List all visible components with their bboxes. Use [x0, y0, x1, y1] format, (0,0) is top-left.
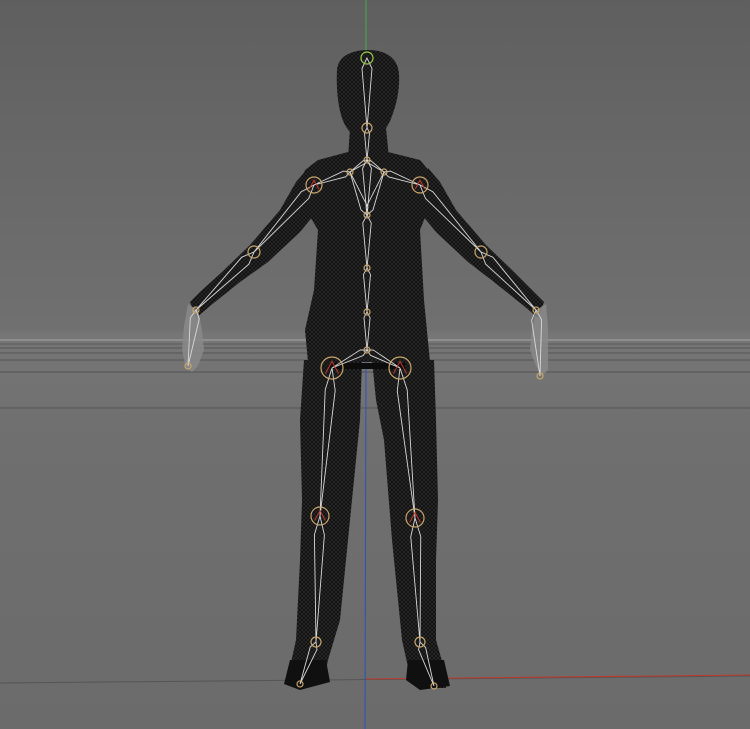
- 3d-viewport[interactable]: [0, 0, 750, 729]
- floor-grid: [0, 339, 750, 684]
- viewport-canvas[interactable]: [0, 0, 750, 729]
